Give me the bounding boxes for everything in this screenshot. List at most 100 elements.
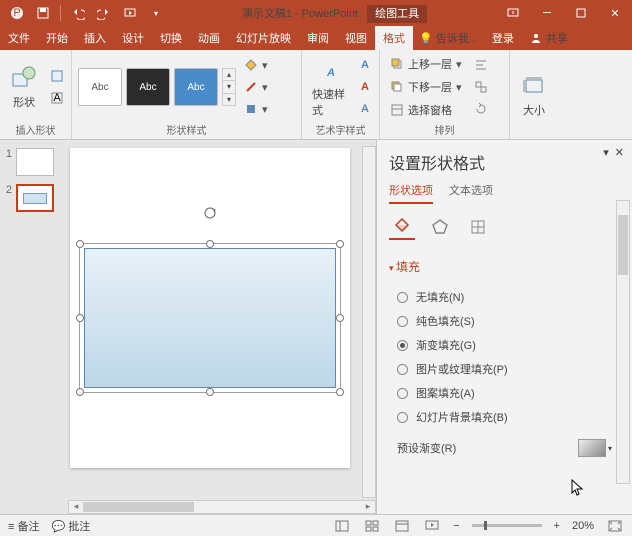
quick-styles-button[interactable]: A 快速样式 xyxy=(308,54,353,120)
handle-sw[interactable] xyxy=(76,388,84,396)
radio-pattern-fill[interactable]: 图案填充(A) xyxy=(389,381,620,405)
tab-review[interactable]: 审阅 xyxy=(299,26,337,50)
v-scrollbar[interactable] xyxy=(362,146,376,498)
svg-text:A: A xyxy=(326,67,335,79)
shape-effects-icon[interactable]: ▾ xyxy=(240,99,272,119)
text-fill-icon[interactable]: A xyxy=(357,55,373,75)
group-wordart: 艺术字样式 xyxy=(308,120,373,137)
slide xyxy=(70,148,350,468)
tab-file[interactable]: 文件 xyxy=(0,26,38,50)
radio-no-fill[interactable]: 无填充(N) xyxy=(389,285,620,309)
handle-n[interactable] xyxy=(206,240,214,248)
send-backward-button[interactable]: 下移一层 ▾ xyxy=(386,77,466,97)
thumb-1[interactable]: 1 xyxy=(4,148,56,176)
handle-e[interactable] xyxy=(336,314,344,322)
radio-picture-fill[interactable]: 图片或纹理填充(P) xyxy=(389,357,620,381)
style-swatch-1[interactable]: Abc xyxy=(78,68,122,106)
close-icon[interactable]: ✕ xyxy=(598,0,632,26)
handle-ne[interactable] xyxy=(336,240,344,248)
tab-design[interactable]: 设计 xyxy=(114,26,152,50)
effects-icon[interactable] xyxy=(427,214,453,240)
tab-format[interactable]: 格式 xyxy=(375,26,413,50)
h-scrollbar[interactable]: ◂▸ xyxy=(68,500,376,514)
zoom-level[interactable]: 20% xyxy=(572,520,594,532)
slideshow-view-icon[interactable] xyxy=(423,519,441,533)
zoom-out-icon[interactable]: − xyxy=(453,520,459,532)
group-arrange: 排列 xyxy=(386,120,503,137)
selection-pane-button[interactable]: 选择窗格 xyxy=(386,100,466,120)
size-props-icon[interactable] xyxy=(465,214,491,240)
tab-animations[interactable]: 动画 xyxy=(190,26,228,50)
slide-canvas[interactable]: ◂▸ xyxy=(60,140,376,514)
tell-me[interactable]: 💡告诉我... xyxy=(413,26,484,50)
style-gallery-scroll[interactable]: ▴▾▾ xyxy=(222,68,236,106)
handle-s[interactable] xyxy=(206,388,214,396)
pane-tab-text[interactable]: 文本选项 xyxy=(449,182,493,204)
text-outline-icon[interactable]: A xyxy=(357,77,373,97)
tab-slideshow[interactable]: 幻灯片放映 xyxy=(228,26,299,50)
pane-close-icon[interactable]: ✕ xyxy=(615,146,624,159)
thumb-2[interactable]: 2 xyxy=(4,184,56,212)
pane-scrollbar[interactable] xyxy=(616,200,630,484)
slide-thumbnails: 1 2 xyxy=(0,140,60,514)
app-icon: P xyxy=(6,2,28,24)
ribbon-options-icon[interactable] xyxy=(496,0,530,26)
style-swatch-3[interactable]: Abc xyxy=(174,68,218,106)
start-from-beginning-icon[interactable] xyxy=(119,2,141,24)
preset-gradient-dropdown[interactable]: ▾ xyxy=(578,439,612,457)
fill-line-icon[interactable] xyxy=(389,214,415,240)
svg-text:P: P xyxy=(13,7,20,19)
text-effects-icon[interactable]: A xyxy=(357,99,373,119)
size-button[interactable]: 大小 xyxy=(516,70,552,120)
minimize-icon[interactable]: ─ xyxy=(530,0,564,26)
handle-w[interactable] xyxy=(76,314,84,322)
context-tab-label: 绘图工具 xyxy=(367,5,427,23)
group-icon[interactable] xyxy=(470,77,492,97)
rotate-handle[interactable] xyxy=(203,206,217,220)
fill-section-header[interactable]: 填充 xyxy=(389,258,620,275)
radio-solid-fill[interactable]: 纯色填充(S) xyxy=(389,309,620,333)
pane-title: 设置形状格式 xyxy=(389,150,620,174)
bring-forward-button[interactable]: 上移一层 ▾ xyxy=(386,54,466,74)
shape-fill-icon[interactable]: ▾ xyxy=(240,55,272,75)
pane-options-icon[interactable]: ▾ xyxy=(603,146,609,159)
radio-gradient-fill[interactable]: 渐变填充(G) xyxy=(389,333,620,357)
format-shape-pane: ▾ ✕ 设置形状格式 形状选项 文本选项 填充 无填充(N) 纯色填充(S) 渐变… xyxy=(376,140,632,514)
tab-insert[interactable]: 插入 xyxy=(76,26,114,50)
redo-icon[interactable] xyxy=(93,2,115,24)
handle-se[interactable] xyxy=(336,388,344,396)
doc-title: 演示文稿1 - PowerPoint xyxy=(242,8,358,20)
group-shape-styles: 形状样式 xyxy=(78,120,295,137)
handle-nw[interactable] xyxy=(76,240,84,248)
maximize-icon[interactable] xyxy=(564,0,598,26)
reading-view-icon[interactable] xyxy=(393,519,411,533)
text-box-icon[interactable]: A xyxy=(46,88,68,108)
login-button[interactable]: 登录 xyxy=(484,26,522,50)
sorter-view-icon[interactable] xyxy=(363,519,381,533)
svg-text:A: A xyxy=(53,92,61,104)
notes-button[interactable]: ≡ 备注 xyxy=(8,518,39,534)
comments-button[interactable]: 💬 批注 xyxy=(51,518,90,534)
selection-box xyxy=(79,243,341,393)
zoom-in-icon[interactable]: + xyxy=(554,520,560,532)
tab-view[interactable]: 视图 xyxy=(337,26,375,50)
radio-slide-bg-fill[interactable]: 幻灯片背景填充(B) xyxy=(389,405,620,429)
share-button[interactable]: 共享 xyxy=(522,26,576,50)
tab-home[interactable]: 开始 xyxy=(38,26,76,50)
qat-more-icon[interactable]: ▾ xyxy=(145,2,167,24)
style-swatch-2[interactable]: Abc xyxy=(126,68,170,106)
rotate-icon[interactable] xyxy=(470,99,492,119)
shape-outline-icon[interactable]: ▾ xyxy=(240,77,272,97)
save-icon[interactable] xyxy=(32,2,54,24)
fit-window-icon[interactable] xyxy=(606,519,624,533)
group-insert-shapes: 插入形状 xyxy=(6,120,65,137)
align-icon[interactable] xyxy=(470,55,492,75)
tab-transitions[interactable]: 切换 xyxy=(152,26,190,50)
shapes-button[interactable]: 形状 xyxy=(6,62,42,112)
pane-tab-shape[interactable]: 形状选项 xyxy=(389,182,433,204)
preset-gradient-label: 预设渐变(R) xyxy=(397,440,456,456)
normal-view-icon[interactable] xyxy=(333,519,351,533)
undo-icon[interactable] xyxy=(67,2,89,24)
edit-shape-icon[interactable] xyxy=(46,66,68,86)
zoom-slider[interactable] xyxy=(472,524,542,527)
